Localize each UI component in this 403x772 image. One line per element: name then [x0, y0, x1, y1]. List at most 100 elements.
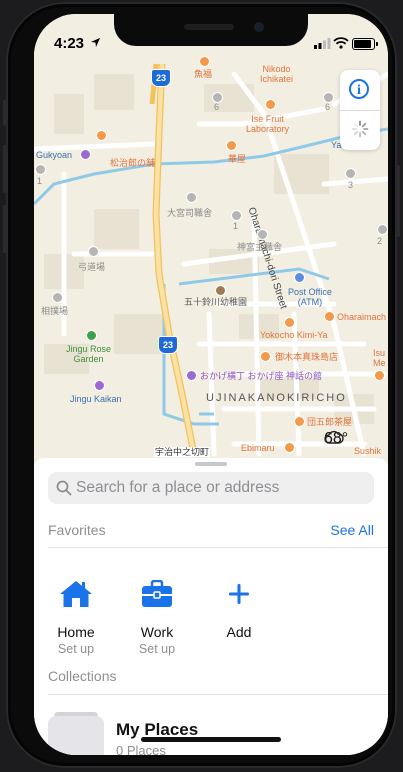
poi-3[interactable] [345, 168, 356, 179]
gukyoan-label: Gukyoan [36, 150, 73, 160]
favorite-work-sub: Set up [138, 642, 176, 656]
jingu-shunin-label: 神宮主職舎 [237, 242, 283, 252]
jingu-rose-label: Jingu Rose Garden [66, 344, 112, 365]
yudoba-pin[interactable] [88, 246, 99, 257]
ebimaru-label: Ebimaru [241, 443, 275, 453]
jingu-shunin-pin[interactable] [257, 229, 268, 240]
bottom-sheet: Favorites See All Home Set up Work [34, 458, 388, 755]
okage-label: おかげ横丁 おかげ座 神話の館 [200, 371, 323, 381]
search-input[interactable] [76, 472, 366, 504]
battery-fill [354, 40, 371, 48]
ise-fruit-pin[interactable] [265, 99, 276, 110]
isuzugawa-pin[interactable] [215, 285, 226, 296]
ujinaka-district-label: UJINAKANOKIRICHO [206, 392, 347, 404]
sumoba-pin[interactable] [52, 292, 63, 303]
jingu-kaikan-label: Jingu Kaikan [70, 394, 122, 404]
briefcase-icon [142, 580, 172, 607]
poi-1b[interactable] [231, 210, 242, 221]
nikodo-label: Nikodo Ichikatei [260, 64, 294, 85]
loading-spinner-icon[interactable] [351, 120, 369, 138]
isuzugawa-label: 五十鈴川幼稚園 [184, 297, 248, 307]
power-button [396, 165, 400, 237]
jingu-rose-pin[interactable] [86, 330, 97, 341]
daiguji-pin[interactable] [186, 192, 197, 203]
matsuji-pin[interactable] [96, 130, 107, 141]
ujinaka-crossing-label: 宇治中之切町 [154, 447, 211, 458]
poi-1a[interactable] [35, 164, 46, 175]
controls-divider [340, 110, 380, 111]
gukyoan-pin[interactable] [80, 149, 91, 160]
screen: 23 23 魚福 Nikodo Ichikatei 6 Ise Fruit La… [34, 14, 388, 755]
collections-divider [48, 694, 388, 695]
favorites-title: Favorites [48, 522, 106, 538]
poi-6a-label: 6 [214, 102, 220, 112]
ise-fruit-label: Ise Fruit Laboratory [246, 114, 290, 135]
ebimaru-pin[interactable] [284, 442, 295, 453]
wifi-icon [333, 37, 349, 49]
plus-icon [229, 584, 249, 604]
info-icon[interactable]: i [349, 79, 369, 99]
poi-2[interactable] [377, 224, 388, 235]
search-bar[interactable] [48, 472, 374, 504]
matsuji-label: 松治郎の舗 [110, 158, 156, 168]
favorite-home-sub: Set up [57, 642, 95, 656]
front-camera [254, 22, 264, 32]
house-icon [60, 581, 92, 607]
weather-widget: 68° [324, 430, 348, 448]
poi-1b-label: 1 [233, 221, 239, 231]
search-icon [56, 480, 72, 496]
route-23-shield-top: 23 [151, 69, 171, 87]
kayo-pin[interactable] [226, 140, 237, 151]
okage-pin[interactable] [186, 370, 197, 381]
map-view[interactable]: 23 23 魚福 Nikodo Ichikatei 6 Ise Fruit La… [34, 14, 388, 464]
oharaimachi-pin[interactable] [324, 311, 335, 322]
battery-icon [352, 38, 378, 50]
volume-down-button [3, 205, 7, 253]
cellular-signal-icon [314, 38, 331, 49]
jingu-kaikan-pin[interactable] [94, 380, 105, 391]
kayo-label: 華屋 [228, 154, 247, 164]
poi-2-label: 2 [377, 236, 383, 246]
isu-pin[interactable] [374, 370, 385, 381]
yokocho-pin[interactable] [284, 317, 295, 328]
my-places-thumbnail[interactable] [48, 712, 104, 755]
sumoba-label: 相撲場 [41, 306, 69, 316]
volume-up-button [3, 145, 7, 193]
oharaimachi-label: Oharaimach [337, 312, 387, 322]
yokocho-label: Yokocho Kimi-Ya [260, 330, 328, 340]
favorite-add-label: Add [226, 624, 252, 640]
sushi-label: Sushik [354, 446, 382, 456]
favorites-divider [48, 547, 388, 548]
location-arrow-icon [90, 37, 101, 48]
mikimoto-label: 御木本真珠島店 [275, 352, 339, 362]
uogame-label: 魚福 [194, 69, 213, 79]
my-places-count: 0 Places [116, 743, 166, 755]
favorite-add[interactable]: Add [204, 578, 274, 640]
favorite-work[interactable]: Work Set up [122, 578, 192, 656]
favorite-work-label: Work [140, 624, 174, 640]
cloud-icon [324, 430, 344, 444]
favorite-home[interactable]: Home Set up [41, 578, 111, 656]
home-indicator[interactable] [141, 737, 281, 742]
dango-pin[interactable] [294, 416, 305, 427]
see-all-link[interactable]: See All [330, 522, 374, 538]
poi-1a-label: 1 [37, 176, 43, 186]
status-time: 4:23 [54, 35, 85, 52]
daiguji-label: 大宮司職舎 [167, 208, 213, 218]
collections-title: Collections [48, 668, 117, 684]
sheet-grabber[interactable] [195, 462, 227, 466]
post-office-label: Post Office (ATM) [288, 287, 332, 308]
post-office-pin[interactable] [294, 272, 305, 283]
isu-label: Isu Me [373, 348, 386, 369]
poi-6b-label: 6 [325, 102, 331, 112]
dango-label: 団五郎茶屋 [307, 417, 353, 427]
yudoba-label: 弓道場 [78, 262, 106, 272]
route-23-shield-mid: 23 [158, 336, 178, 354]
speaker-grille [184, 24, 234, 30]
notch [114, 14, 308, 46]
favorite-home-label: Home [57, 624, 95, 640]
poi-3-label: 3 [348, 180, 354, 190]
mute-switch [3, 100, 7, 126]
map-controls: i [340, 70, 380, 150]
mikimoto-pin[interactable] [260, 351, 271, 362]
